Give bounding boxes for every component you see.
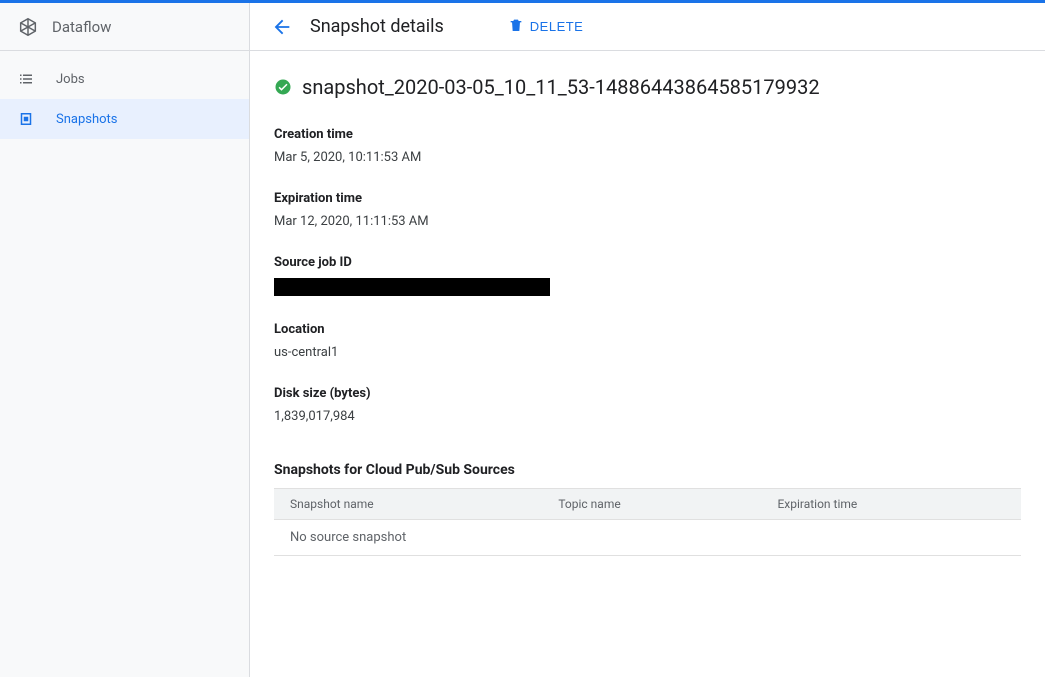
table-row-empty: No source snapshot bbox=[274, 520, 1021, 556]
sidebar-item-label: Jobs bbox=[56, 72, 85, 87]
field-label: Location bbox=[274, 322, 1021, 337]
snapshot-name: snapshot_2020-03-05_10_11_53-14886443864… bbox=[302, 75, 820, 99]
field-label: Expiration time bbox=[274, 191, 1021, 206]
field-value: Mar 5, 2020, 10:11:53 AM bbox=[274, 150, 1021, 165]
sidebar-header: Dataflow bbox=[0, 3, 249, 51]
sidebar: Dataflow Jobs Snapshots bbox=[0, 3, 250, 677]
sidebar-item-snapshots[interactable]: Snapshots bbox=[0, 99, 249, 139]
empty-message: No source snapshot bbox=[274, 520, 1021, 556]
product-name: Dataflow bbox=[52, 18, 111, 36]
content: snapshot_2020-03-05_10_11_53-14886443864… bbox=[250, 51, 1045, 677]
field-location: Location us-central1 bbox=[274, 322, 1021, 360]
field-value: 1,839,017,984 bbox=[274, 409, 1021, 424]
table-header-row: Snapshot name Topic name Expiration time bbox=[274, 489, 1021, 520]
delete-button[interactable]: DELETE bbox=[500, 11, 592, 42]
field-label: Disk size (bytes) bbox=[274, 386, 1021, 401]
field-expiration-time: Expiration time Mar 12, 2020, 11:11:53 A… bbox=[274, 191, 1021, 229]
snapshot-icon bbox=[16, 109, 36, 129]
field-value: us-central1 bbox=[274, 345, 1021, 360]
col-snapshot-name: Snapshot name bbox=[274, 489, 542, 520]
col-topic-name: Topic name bbox=[542, 489, 761, 520]
sidebar-item-jobs[interactable]: Jobs bbox=[0, 59, 249, 99]
delete-button-label: DELETE bbox=[530, 19, 584, 34]
status-success-icon bbox=[274, 78, 292, 96]
pubsub-section-title: Snapshots for Cloud Pub/Sub Sources bbox=[274, 462, 1021, 478]
col-expiration-time: Expiration time bbox=[761, 489, 1021, 520]
back-button[interactable] bbox=[270, 15, 294, 39]
pubsub-table: Snapshot name Topic name Expiration time… bbox=[274, 488, 1021, 556]
field-label: Creation time bbox=[274, 127, 1021, 142]
field-disk-size: Disk size (bytes) 1,839,017,984 bbox=[274, 386, 1021, 424]
sidebar-item-label: Snapshots bbox=[56, 112, 118, 127]
dataflow-logo-icon bbox=[16, 15, 40, 39]
page-title: Snapshot details bbox=[310, 16, 444, 37]
snapshot-heading: snapshot_2020-03-05_10_11_53-14886443864… bbox=[274, 75, 1021, 99]
main: Snapshot details DELETE snapshot_2020-03… bbox=[250, 3, 1045, 677]
field-value: Mar 12, 2020, 11:11:53 AM bbox=[274, 214, 1021, 229]
field-label: Source job ID bbox=[274, 255, 1021, 270]
app-root: Dataflow Jobs Snapshots Snapshot details bbox=[0, 3, 1045, 677]
field-creation-time: Creation time Mar 5, 2020, 10:11:53 AM bbox=[274, 127, 1021, 165]
sidebar-nav: Jobs Snapshots bbox=[0, 51, 249, 139]
trash-icon bbox=[508, 17, 524, 36]
topbar: Snapshot details DELETE bbox=[250, 3, 1045, 51]
field-source-job-id: Source job ID bbox=[274, 255, 1021, 296]
list-icon bbox=[16, 69, 36, 89]
redacted-value bbox=[274, 278, 550, 296]
